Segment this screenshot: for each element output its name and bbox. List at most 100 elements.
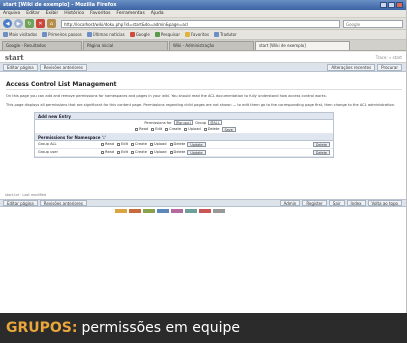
old-revisions-button[interactable]: Revisões anteriores [39,200,87,206]
caption-value: permissões em equipe [81,320,240,336]
tab-strip: Google - Resultados Página inicial Wiki … [0,40,406,51]
create-checkbox[interactable] [131,142,134,146]
perm-label: Create [169,127,182,132]
menu-item[interactable]: Arquivo [3,11,20,16]
perm-label: Upload [188,127,201,132]
group-name: Group ALL [38,142,57,147]
add-entry-row: Permissions for @grupo1 Group @ALL Read … [35,120,333,134]
read-checkbox[interactable] [101,150,104,154]
footer-badge[interactable] [171,209,183,213]
index-button[interactable]: Index [346,200,366,206]
group-label: Group [195,120,207,125]
footer-badge[interactable] [115,209,127,213]
bookmark-icon [86,32,92,38]
group-select[interactable]: @grupo1 [173,120,194,126]
delete-checkbox[interactable] [169,150,173,154]
perm-label: Upload [153,150,167,155]
admin-button[interactable]: Admin [279,200,301,206]
read-checkbox[interactable] [135,127,139,131]
wiki-logo[interactable]: start [5,53,24,62]
edit-page-button[interactable]: Editar página [3,200,38,206]
group-perms: Read Edit Create Upload Delete Update De… [98,141,330,147]
logout-button[interactable]: Sair [328,200,345,206]
delete-checkbox[interactable] [203,127,207,131]
delete-button[interactable]: Delete [312,149,330,155]
home-icon[interactable]: ⌂ [47,19,56,28]
bookmark-item[interactable]: Google [129,32,150,38]
menu-item[interactable]: Ferramentas [116,11,144,16]
delete-button[interactable]: Delete [312,141,330,147]
save-button[interactable]: Save [221,126,236,132]
browser-tab[interactable]: Wiki - Administração [169,41,254,50]
address-bar[interactable]: http://localhost/wiki/doku.php?id=start&… [61,19,340,28]
update-button[interactable]: Update [187,141,206,147]
edit-page-button[interactable]: Editar página [3,63,38,71]
stop-icon[interactable]: ✕ [36,19,45,28]
browser-tab[interactable]: Google - Resultados [2,41,82,50]
back-arrow-icon[interactable]: ◀ [3,19,12,28]
window-title: start [Wiki de exemplo] - Mozilla Firefo… [3,2,117,8]
close-button[interactable] [396,2,403,8]
bookmarks-toolbar: Mais visitados Primeiros passos Últimas … [0,30,406,40]
browser-tab-active[interactable]: start [Wiki de exemplo] [255,41,350,50]
menu-item[interactable]: Ajuda [151,11,164,16]
browser-tab[interactable]: Página inicial [83,41,168,50]
update-button[interactable]: Update [187,149,206,155]
bookmark-icon [185,32,190,38]
create-checkbox[interactable] [131,150,134,154]
wiki-footer-bar: Editar página Revisões anteriores Admin … [0,199,406,207]
perm-label: Delete [173,150,186,155]
bookmark-item[interactable]: Mais visitados [3,32,37,38]
footer-badge[interactable] [143,209,155,213]
bookmark-icon [3,32,8,38]
perm-label: Read [139,127,149,132]
register-button[interactable]: Register [302,200,327,206]
bookmark-icon [214,32,220,38]
edit-checkbox[interactable] [117,150,121,154]
maximize-button[interactable] [388,2,395,8]
old-revisions-button[interactable]: Revisões anteriores [39,63,87,71]
bookmark-item[interactable]: Primeiros passos [42,32,82,38]
bookmark-item[interactable]: Favoritos [185,32,209,38]
group-name: Group user [38,150,58,155]
recent-changes-button[interactable]: Alterações recentes [327,63,376,71]
search-input[interactable]: Google [343,19,403,28]
perm-label: Edit [121,142,128,147]
read-checkbox[interactable] [101,142,104,146]
footer-badge[interactable] [185,209,197,213]
window-titlebar: start [Wiki de exemplo] - Mozilla Firefo… [0,0,406,10]
create-checkbox[interactable] [165,127,169,131]
forward-arrow-icon[interactable]: ▶ [14,19,23,28]
bookmark-item[interactable]: Últimas notícias [86,32,125,38]
perm-label: Read [105,150,115,155]
menu-item[interactable]: Histórico [64,11,84,16]
add-perms: Read Edit Create Upload Delete Save [38,126,330,132]
delete-checkbox[interactable] [169,142,173,146]
acl-table: Add new Entry Permissions for @grupo1 Gr… [34,111,334,158]
back-to-top-button[interactable]: Volta ao topo [367,200,402,206]
menu-item[interactable]: Editar [26,11,39,16]
upload-checkbox[interactable] [149,142,153,146]
bookmark-icon [42,32,48,38]
upload-checkbox[interactable] [184,127,188,131]
perm-label: Delete [173,142,186,147]
footer-badge[interactable] [199,209,211,213]
bookmark-item[interactable]: Pesquisar [154,32,180,38]
footer-badge[interactable] [129,209,141,213]
footer-badge[interactable] [213,209,225,213]
reload-icon[interactable]: ↻ [25,19,34,28]
bookmark-item[interactable]: Tradutor [214,32,237,38]
menu-bar: Arquivo Editar Exibir Histórico Favorito… [0,10,406,18]
bookmark-icon [154,32,160,38]
edit-checkbox[interactable] [117,142,121,146]
upload-checkbox[interactable] [149,150,153,154]
edit-checkbox[interactable] [151,127,155,131]
perm-label: Delete [207,127,220,132]
table-row: Group user Read Edit Create Upload Delet… [35,149,333,157]
search-button[interactable]: Procurar [377,63,402,71]
group-input[interactable]: @ALL [208,120,222,126]
footer-badge[interactable] [157,209,169,213]
minimize-button[interactable] [380,2,387,8]
menu-item[interactable]: Exibir [46,11,59,16]
menu-item[interactable]: Favoritos [90,11,110,16]
